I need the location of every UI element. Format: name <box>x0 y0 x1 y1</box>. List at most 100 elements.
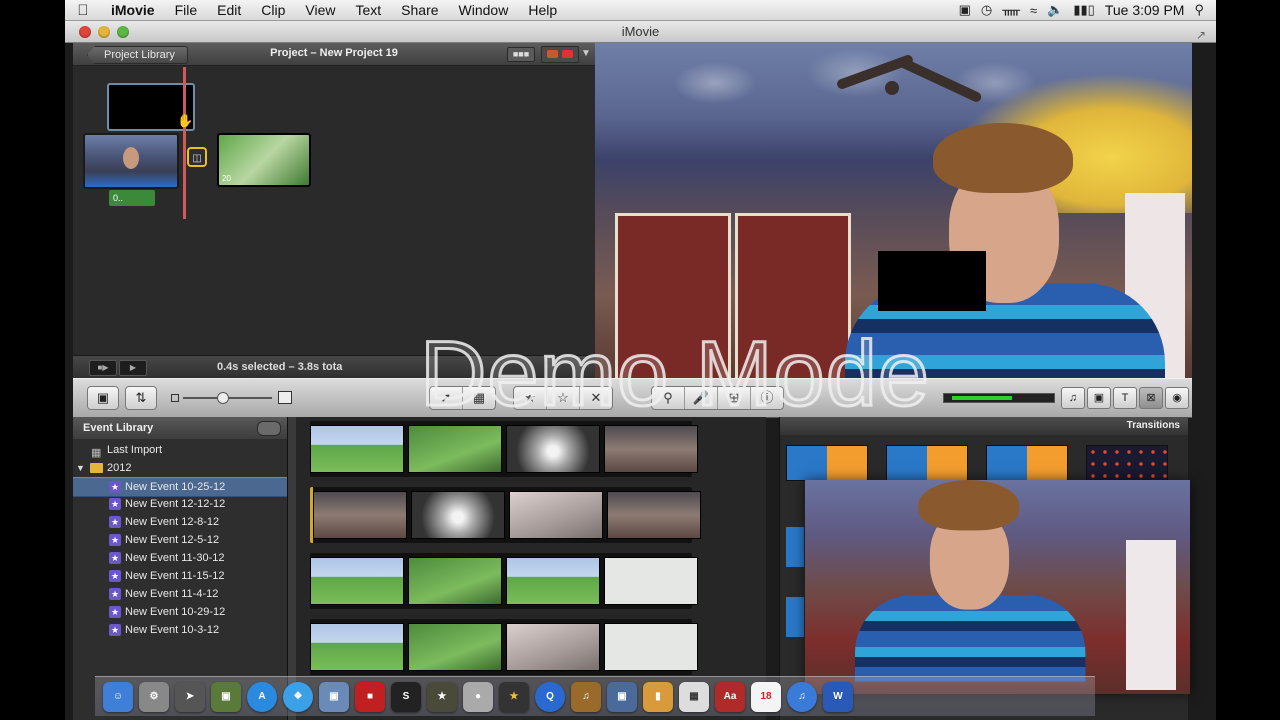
preview-icon[interactable]: ▣ <box>319 682 349 712</box>
time-machine-icon[interactable]: ◷ <box>981 2 992 18</box>
event-item[interactable]: ★ New Event 10-29-12 <box>73 603 287 621</box>
menu-share[interactable]: Share <box>391 0 448 20</box>
word-icon[interactable]: W <box>823 682 853 712</box>
event-label: New Event 12-8-12 <box>125 516 220 528</box>
menu-help[interactable]: Help <box>518 0 567 20</box>
crop-icon[interactable]: ⊞ <box>718 387 751 409</box>
camera-icon[interactable]: ▣ <box>959 2 971 18</box>
event-clip-filmstrip[interactable] <box>310 619 698 675</box>
transition-thumbnail[interactable] <box>786 527 804 567</box>
transition-thumbnail[interactable] <box>986 445 1068 481</box>
inspector-icon[interactable]: ⓘ <box>751 387 783 409</box>
unmark-icon[interactable]: ☆ <box>547 387 580 409</box>
transitions-icon[interactable]: ⊠ <box>1139 387 1163 409</box>
quicktime-icon[interactable]: Q <box>535 682 565 712</box>
dictionary-icon[interactable]: Aa <box>715 682 745 712</box>
apple-menu-icon[interactable]:  <box>65 2 101 19</box>
ibooks-icon[interactable]: ▮ <box>643 682 673 712</box>
year-folder-2012[interactable]: ▼ 2012 <box>73 459 287 477</box>
menu-clip[interactable]: Clip <box>251 0 295 20</box>
menu-edit[interactable]: Edit <box>207 0 251 20</box>
menu-clock[interactable]: Tue 3:09 PM <box>1105 2 1185 18</box>
transition-thumbnail[interactable] <box>886 445 968 481</box>
menu-view[interactable]: View <box>295 0 345 20</box>
camera-import-button[interactable]: ▣ <box>87 386 119 410</box>
calculator-icon[interactable]: ▦ <box>679 682 709 712</box>
launchpad-icon[interactable]: ➤ <box>175 682 205 712</box>
finder-icon[interactable]: ☺ <box>103 682 133 712</box>
photoshop-icon[interactable]: ■ <box>355 682 385 712</box>
event-item[interactable]: ★ New Event 12-5-12 <box>73 531 287 549</box>
event-item[interactable]: ★ New Event 12-8-12 <box>73 513 287 531</box>
event-clip-filmstrip[interactable] <box>310 421 698 477</box>
close-window-button[interactable] <box>79 26 91 38</box>
webcam-clip[interactable] <box>83 133 179 189</box>
thumbnail-size-slider[interactable] <box>169 387 294 407</box>
menu-file[interactable]: File <box>165 0 208 20</box>
play-fullscreen-button[interactable]: ■▶ <box>89 360 117 376</box>
event-item[interactable]: ★ New Event 11-15-12 <box>73 567 287 585</box>
music-icon[interactable]: ♫ <box>1061 387 1085 409</box>
menu-text[interactable]: Text <box>345 0 391 20</box>
safari-icon[interactable]: ❖ <box>283 682 313 712</box>
keyword-icon[interactable]: ⚲ <box>652 387 685 409</box>
menu-window[interactable]: Window <box>449 0 519 20</box>
closet-door-left <box>615 213 731 378</box>
volume-icon[interactable]: 🔈 <box>1047 2 1063 18</box>
transition-thumbnail[interactable] <box>786 597 804 637</box>
system-preferences-icon[interactable]: ⚙ <box>139 682 169 712</box>
event-browser-scrollbar[interactable] <box>288 417 296 720</box>
maps-icon[interactable]: ◉ <box>1165 387 1189 409</box>
imovie-icon[interactable]: ★ <box>499 682 529 712</box>
itunes-icon[interactable]: ♫ <box>787 682 817 712</box>
project-library-button[interactable]: Project Library <box>87 46 188 64</box>
minecraft-clip[interactable]: 20 <box>217 133 311 187</box>
wifi-icon[interactable]: ≈ <box>1030 3 1037 18</box>
play-button[interactable]: ▶ <box>119 360 147 376</box>
event-item[interactable]: ★ New Event 10-25-12 <box>73 477 287 497</box>
event-view-toggle[interactable] <box>257 421 281 436</box>
event-item[interactable]: ★ New Event 12-12-12 <box>73 495 287 513</box>
transition-thumbnail[interactable] <box>786 445 868 481</box>
disk-utility-icon[interactable]: ● <box>463 682 493 712</box>
slider-knob[interactable] <box>217 392 229 404</box>
event-clip-filmstrip[interactable] <box>310 553 698 609</box>
event-last-import[interactable]: ▦ Last Import <box>73 441 287 459</box>
bluetooth-icon[interactable]: ᚅ <box>1002 2 1020 18</box>
slender-game-icon[interactable]: S <box>391 682 421 712</box>
garageband-icon[interactable]: ♫ <box>571 682 601 712</box>
voiceover-icon[interactable]: 🎤 <box>685 387 718 409</box>
calendar-icon[interactable]: 18 <box>751 682 781 712</box>
select-tool-icon[interactable]: ➚ <box>430 387 463 409</box>
photo-booth-icon[interactable]: ▣ <box>211 682 241 712</box>
favorite-icon[interactable]: ★ <box>514 387 547 409</box>
transition-icon[interactable]: ◫ <box>187 147 207 167</box>
iphoto-icon[interactable]: ▣ <box>607 682 637 712</box>
call-of-duty-icon[interactable]: ★ <box>427 682 457 712</box>
playhead[interactable] <box>183 67 186 219</box>
battery-icon[interactable]: ▮▮▯ <box>1073 2 1094 18</box>
transition-thumbnail[interactable] <box>1086 445 1168 481</box>
fullscreen-icon[interactable]: ↗ <box>1196 25 1206 46</box>
video-viewer[interactable] <box>595 43 1192 378</box>
disclosure-triangle-icon[interactable]: ▼ <box>76 459 85 477</box>
window-controls <box>79 26 129 38</box>
menu-imovie[interactable]: iMovie <box>101 0 165 20</box>
project-theme-button[interactable] <box>541 46 579 63</box>
titles-icon[interactable]: T <box>1113 387 1137 409</box>
photos-icon[interactable]: ▣ <box>1087 387 1111 409</box>
select-entire-clip-icon[interactable]: ▦ <box>463 387 495 409</box>
zoom-window-button[interactable] <box>117 26 129 38</box>
reject-icon[interactable]: ✕ <box>580 387 612 409</box>
minimize-window-button[interactable] <box>98 26 110 38</box>
event-item[interactable]: ★ New Event 11-30-12 <box>73 549 287 567</box>
spotlight-icon[interactable]: ⚲ <box>1194 2 1204 18</box>
swap-events-projects-button[interactable]: ⇅ <box>125 386 157 410</box>
project-view-icon[interactable]: ■■■ <box>507 47 535 62</box>
event-clip-filmstrip[interactable] <box>310 487 701 543</box>
title-badge[interactable]: 0.. <box>109 190 155 206</box>
app-store-icon[interactable]: A <box>247 682 277 712</box>
event-item[interactable]: ★ New Event 11-4-12 <box>73 585 287 603</box>
chevron-down-icon[interactable]: ▼ <box>581 48 591 59</box>
event-item[interactable]: ★ New Event 10-3-12 <box>73 621 287 639</box>
